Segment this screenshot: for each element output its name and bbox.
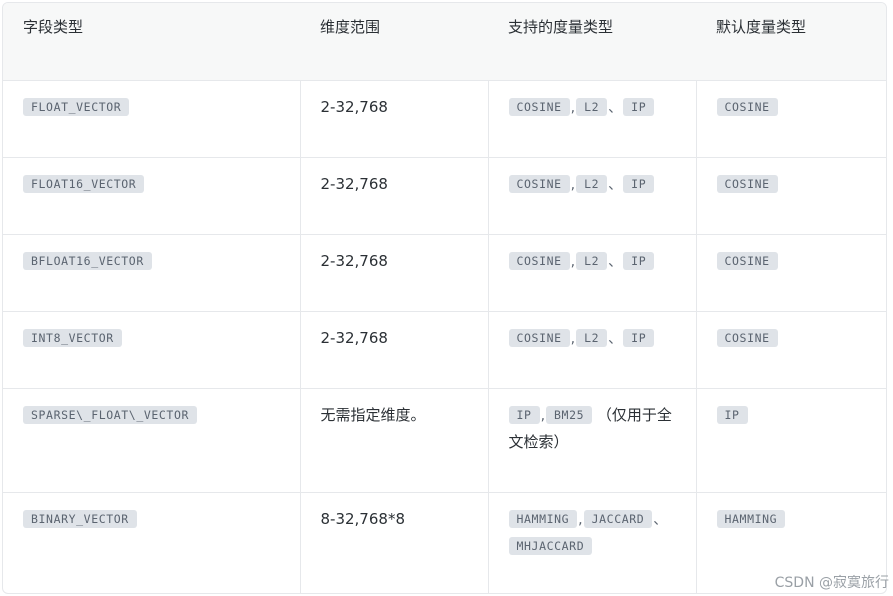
cell-dimension-range: 无需指定维度。	[299, 388, 488, 493]
field-type-code: FLOAT16_VECTOR	[23, 174, 145, 193]
metric-separator: 、	[608, 176, 623, 193]
metric-code: L2	[576, 174, 608, 193]
metric-separator: ,	[570, 330, 576, 347]
metric-separator: 、	[608, 99, 623, 116]
default-metric-code: COSINE	[716, 328, 778, 347]
default-metric-code: COSINE	[716, 97, 778, 116]
metric-code: COSINE	[508, 174, 570, 193]
cell-field-type: INT8_VECTOR	[3, 311, 300, 389]
metric-code: IP	[508, 405, 540, 424]
cell-field-type: SPARSE\_FLOAT\_VECTOR	[3, 388, 300, 493]
cell-field-type: FLOAT16_VECTOR	[3, 157, 300, 235]
cell-supported-metrics: COSINE, L2、 IP	[487, 80, 696, 158]
metric-code: IP	[623, 174, 655, 193]
default-metric-code: HAMMING	[716, 509, 786, 528]
field-type-code: SPARSE\_FLOAT\_VECTOR	[23, 405, 197, 424]
cell-dimension-range: 2-32,768	[299, 311, 488, 389]
table-row: FLOAT16_VECTOR 2-32,768 COSINE, L2、 IP COS…	[3, 157, 886, 235]
metric-separator: 、	[608, 253, 623, 270]
cell-default-metric: IP	[695, 388, 886, 493]
default-metric-code: IP	[716, 405, 748, 424]
cell-field-type: FLOAT_VECTOR	[3, 80, 300, 158]
metric-code: L2	[576, 328, 608, 347]
metric-code: COSINE	[508, 251, 570, 270]
default-metric-code: COSINE	[716, 251, 778, 270]
watermark: CSDN @寂寞旅行	[774, 575, 889, 591]
cell-field-type: BFLOAT16_VECTOR	[3, 234, 300, 312]
metric-code: BM25	[546, 405, 593, 424]
cell-default-metric: COSINE	[695, 80, 886, 158]
table-row: BFLOAT16_VECTOR 2-32,768 COSINE, L2、 IP CO…	[3, 234, 886, 312]
table-row: FLOAT_VECTOR 2-32,768 COSINE, L2、 IP COSIN…	[3, 80, 886, 158]
metric-code: L2	[576, 251, 608, 270]
metric-code: COSINE	[508, 97, 570, 116]
metric-code: L2	[576, 97, 608, 116]
metric-separator: ,	[570, 99, 576, 116]
field-type-code: INT8_VECTOR	[23, 328, 122, 347]
field-type-code: BFLOAT16_VECTOR	[23, 251, 152, 270]
metric-code: IP	[623, 328, 655, 347]
metric-code: IP	[623, 97, 655, 116]
cell-default-metric: COSINE	[695, 311, 886, 389]
metric-separator: 、	[608, 330, 623, 347]
header-field-type: 字段类型	[3, 3, 300, 81]
cell-supported-metrics: HAMMING, JACCARD 、 MHJACCARD	[487, 492, 696, 593]
cell-field-type: BINARY_VECTOR	[3, 492, 300, 593]
field-type-code: FLOAT_VECTOR	[23, 97, 130, 116]
metric-code: MHJACCARD	[508, 536, 593, 555]
metric-separator: 、	[653, 511, 668, 528]
cell-supported-metrics: COSINE, L2、 IP	[487, 157, 696, 235]
header-dimension-range: 维度范围	[300, 3, 488, 81]
metric-code: JACCARD	[583, 509, 653, 528]
metric-separator: ,	[570, 253, 576, 270]
metric-code: IP	[623, 251, 655, 270]
cell-default-metric: COSINE	[695, 234, 886, 312]
table-row: BINARY_VECTOR 8-32,768*8 HAMMING, JACCARD…	[3, 492, 886, 593]
metric-code: COSINE	[508, 328, 570, 347]
field-type-code: BINARY_VECTOR	[23, 509, 137, 528]
cell-dimension-range: 2-32,768	[299, 157, 488, 235]
default-metric-code: COSINE	[716, 174, 778, 193]
cell-dimension-range: 8-32,768*8	[299, 492, 488, 593]
cell-supported-metrics: IP, BM25 （仅用于全文检索）	[487, 388, 696, 493]
header-supported-metrics: 支持的度量类型	[488, 3, 696, 81]
cell-supported-metrics: COSINE, L2、 IP	[487, 311, 696, 389]
metric-separator: ,	[570, 176, 576, 193]
data-table: 字段类型 维度范围 支持的度量类型 默认度量类型 FLOAT_VECTOR 2-…	[3, 3, 886, 593]
cell-dimension-range: 2-32,768	[299, 234, 488, 312]
metric-code: HAMMING	[508, 509, 578, 528]
header-row: 字段类型 维度范围 支持的度量类型 默认度量类型	[3, 3, 886, 81]
table-row: SPARSE\_FLOAT\_VECTOR 无需指定维度。 IP, BM25 （仅…	[3, 388, 886, 493]
cell-default-metric: COSINE	[695, 157, 886, 235]
metric-separator: ,	[578, 511, 583, 528]
vector-field-types-table: 字段类型 维度范围 支持的度量类型 默认度量类型 FLOAT_VECTOR 2-…	[2, 2, 887, 594]
cell-supported-metrics: COSINE, L2、 IP	[487, 234, 696, 312]
header-default-metric: 默认度量类型	[696, 3, 886, 81]
cell-dimension-range: 2-32,768	[299, 80, 488, 158]
table-row: INT8_VECTOR 2-32,768 COSINE, L2、 IP COSINE	[3, 311, 886, 389]
metric-separator: ,	[540, 407, 546, 424]
